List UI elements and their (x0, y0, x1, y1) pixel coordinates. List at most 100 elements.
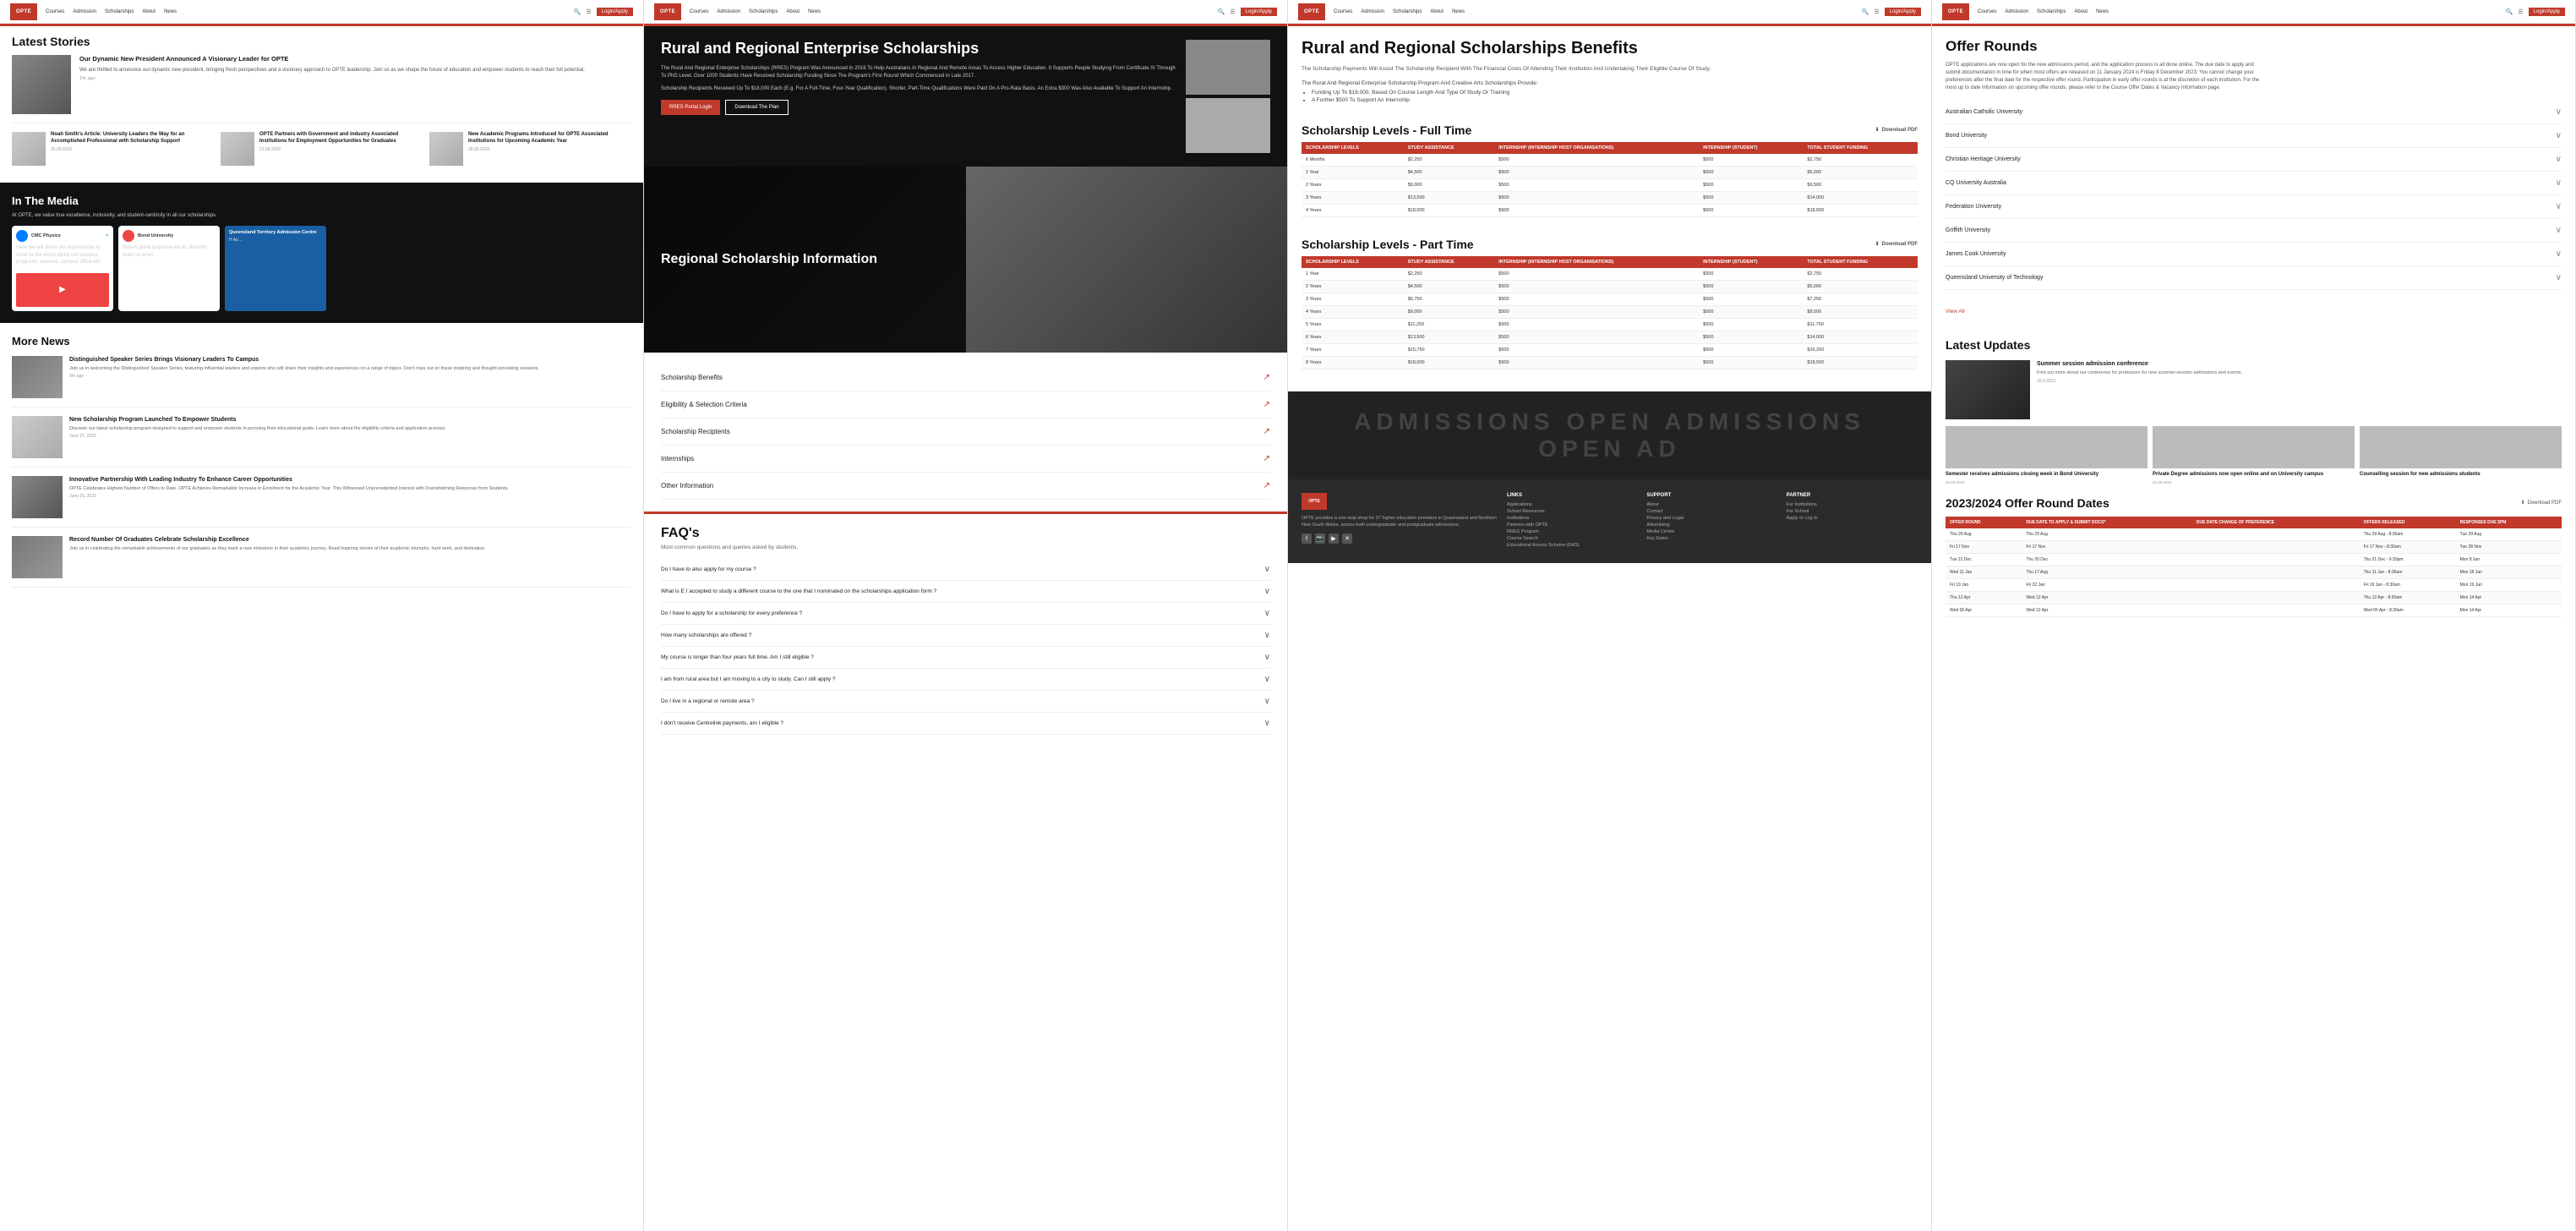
menu-internships[interactable]: Internships ↗ (661, 446, 1270, 473)
twitter-icon[interactable]: ✕ (1342, 533, 1352, 544)
nav-courses-p2[interactable]: Courses (690, 9, 708, 14)
tweet-cmc: CMC Physics ✕ Here we will share our exp… (12, 226, 113, 310)
nav-admission-p4[interactable]: Admission (2005, 9, 2028, 14)
menu-eligibility[interactable]: Eligibility & Selection Criteria ↗ (661, 391, 1270, 419)
nav-about-p2[interactable]: About (786, 9, 800, 14)
uni-federation[interactable]: Federation University ∨ (1946, 195, 2562, 219)
search-icon-p2[interactable]: 🔍 (1218, 8, 1225, 15)
regional-info-section: Regional Scholarship Information (644, 167, 1287, 353)
search-icon[interactable]: 🔍 (574, 8, 581, 15)
footer-link-school[interactable]: School Resources (1507, 509, 1638, 514)
menu-other-info[interactable]: Other Information ↗ (661, 473, 1270, 500)
nav-about-p3[interactable]: About (1430, 9, 1444, 14)
offer-dates-download[interactable]: ⬇ Download PDF (2521, 500, 2562, 506)
faq-item-7[interactable]: I don't receive Centrelink payments, am … (661, 713, 1270, 735)
brand-logo-p2[interactable]: OPTE (654, 3, 681, 20)
brand-logo-p3[interactable]: OPTE (1298, 3, 1325, 20)
footer-link-course-search[interactable]: Course Search (1507, 536, 1638, 541)
nav-scholarships-p3[interactable]: Scholarships (1393, 9, 1422, 14)
footer-link-applications[interactable]: Applications (1507, 502, 1638, 507)
uni-qut[interactable]: Queensland University of Technology ∨ (1946, 266, 2562, 290)
menu-scholarship-benefits[interactable]: Scholarship Benefits ↗ (661, 364, 1270, 391)
footer-partner-institutions[interactable]: For Institutions (1787, 502, 1918, 507)
navbar: OPTE Courses Admission Scholarships Abou… (0, 0, 643, 24)
footer-support-privacy[interactable]: Privacy and Legal (1646, 516, 1777, 521)
search-icon-p3[interactable]: 🔍 (1862, 8, 1869, 15)
small-update-2-title: Counselling session for new admissions s… (2360, 472, 2562, 479)
faq-item-3[interactable]: How many scholarships are offered ? ∨ (661, 625, 1270, 647)
nav-admission[interactable]: Admission (73, 9, 96, 14)
nav-scholarships-p2[interactable]: Scholarships (749, 9, 778, 14)
tweets-row: CMC Physics ✕ Here we will share our exp… (12, 226, 631, 310)
table-row: 1 Year$4,500$500$500$5,000 (1302, 166, 1918, 178)
fulltime-download[interactable]: ⬇ Download PDF (1875, 127, 1918, 133)
footer-partner-apply[interactable]: Apply or Log In (1787, 516, 1918, 521)
menu-icon-p2[interactable]: ☰ (1230, 8, 1235, 15)
menu-icon[interactable]: ☰ (586, 8, 591, 15)
footer-link-eas[interactable]: Educational Access Scheme (EAS) (1507, 543, 1638, 548)
more-news-3-text: Record Number Of Graduates Celebrate Sch… (69, 536, 486, 578)
faq-item-1[interactable]: What is E I accepted to study a differen… (661, 581, 1270, 603)
nav-news-p3[interactable]: News (1452, 9, 1465, 14)
nav-admission-p3[interactable]: Admission (1361, 9, 1384, 14)
login-button-p2[interactable]: Login/Apply (1241, 8, 1277, 16)
in-the-media-section: In The Media At OPTE, we value true exce… (0, 183, 643, 323)
footer-support-about[interactable]: About (1646, 502, 1777, 507)
footer-support-keydates[interactable]: Key Dates (1646, 536, 1777, 541)
uni-bond[interactable]: Bond University ∨ (1946, 124, 2562, 148)
footer-support-media[interactable]: Media Centre (1646, 529, 1777, 534)
nav-courses-p3[interactable]: Courses (1334, 9, 1352, 14)
portal-login-button[interactable]: RRES Portal Login (661, 100, 720, 115)
nav-courses-p4[interactable]: Courses (1978, 9, 1996, 14)
uni-acu[interactable]: Australian Catholic University ∨ (1946, 101, 2562, 124)
menu-recipients[interactable]: Scholarship Reciptents ↗ (661, 419, 1270, 446)
footer-link-partners[interactable]: Partners with OPTE (1507, 522, 1638, 528)
download-plan-button[interactable]: Download The Plan (725, 100, 788, 115)
login-button[interactable]: Login/Apply (597, 8, 633, 16)
parttime-download[interactable]: ⬇ Download PDF (1875, 241, 1918, 247)
youtube-icon[interactable]: ▶ (1329, 533, 1339, 544)
nav-courses[interactable]: Courses (46, 9, 64, 14)
faq-item-6[interactable]: Do I live in a regional or remote area ?… (661, 691, 1270, 713)
nav-news[interactable]: News (164, 9, 177, 14)
faq-item-5[interactable]: I am from rural area but I am moving to … (661, 669, 1270, 691)
footer-link-rres[interactable]: RRES Program (1507, 529, 1638, 534)
faq-item-4[interactable]: My course is longer than four years full… (661, 647, 1270, 669)
menu-icon-p3[interactable]: ☰ (1874, 8, 1879, 15)
menu-icon-p4[interactable]: ☰ (2518, 8, 2523, 15)
offer-dates-table: OFFER ROUND DUE DATE TO APPLY & SUBMIT D… (1946, 517, 2562, 617)
view-all-link[interactable]: View All (1946, 309, 1965, 315)
uni-christian[interactable]: Christian Heritage University ∨ (1946, 148, 2562, 172)
search-icon-p4[interactable]: 🔍 (2506, 8, 2513, 15)
brand-logo-p4[interactable]: OPTE (1942, 3, 1969, 20)
nav-news-p2[interactable]: News (808, 9, 821, 14)
small-update-2-image (2360, 426, 2562, 468)
more-news-0-time: 9hr ago (69, 374, 539, 379)
footer-support-contact[interactable]: Contact (1646, 509, 1777, 514)
instagram-icon[interactable]: 📷 (1315, 533, 1325, 544)
parttime-title: Scholarship Levels - Part Time (1302, 238, 1474, 251)
nav-about[interactable]: About (142, 9, 156, 14)
faq-item-2[interactable]: Do I have to apply for a scholarship for… (661, 603, 1270, 625)
facebook-icon[interactable]: f (1302, 533, 1312, 544)
uni-jcu[interactable]: James Cook University ∨ (1946, 243, 2562, 266)
nav-about-p4[interactable]: About (2074, 9, 2088, 14)
footer-partner-heading: PARTNER (1787, 493, 1918, 498)
small-update-2: Counselling session for new admissions s… (2360, 426, 2562, 484)
login-button-p4[interactable]: Login/Apply (2529, 8, 2565, 16)
login-button-p3[interactable]: Login/Apply (1885, 8, 1921, 16)
nav-news-p4[interactable]: News (2096, 9, 2109, 14)
uni-cq[interactable]: CQ University Australia ∨ (1946, 172, 2562, 195)
table-row: Wed 06 AprWed 12 AprWed 06 Apr - 8:30amM… (1946, 604, 2562, 616)
uni-griffith[interactable]: Griffith University ∨ (1946, 219, 2562, 243)
footer-support-advertising[interactable]: Advertising (1646, 522, 1777, 528)
footer-partner-school[interactable]: For School (1787, 509, 1918, 514)
rres-body1: The Rural And Regional Enterprise Schola… (661, 65, 1176, 80)
nav-scholarships-p4[interactable]: Scholarships (2037, 9, 2066, 14)
faq-item-0[interactable]: Do I have to also apply for my course ? … (661, 559, 1270, 581)
nav-admission-p2[interactable]: Admission (717, 9, 740, 14)
nav-scholarships[interactable]: Scholarships (105, 9, 134, 14)
footer-link-institutions[interactable]: Institutions (1507, 516, 1638, 521)
tweet-cmc-avatar (16, 230, 28, 242)
brand-logo[interactable]: OPTE (10, 3, 37, 20)
